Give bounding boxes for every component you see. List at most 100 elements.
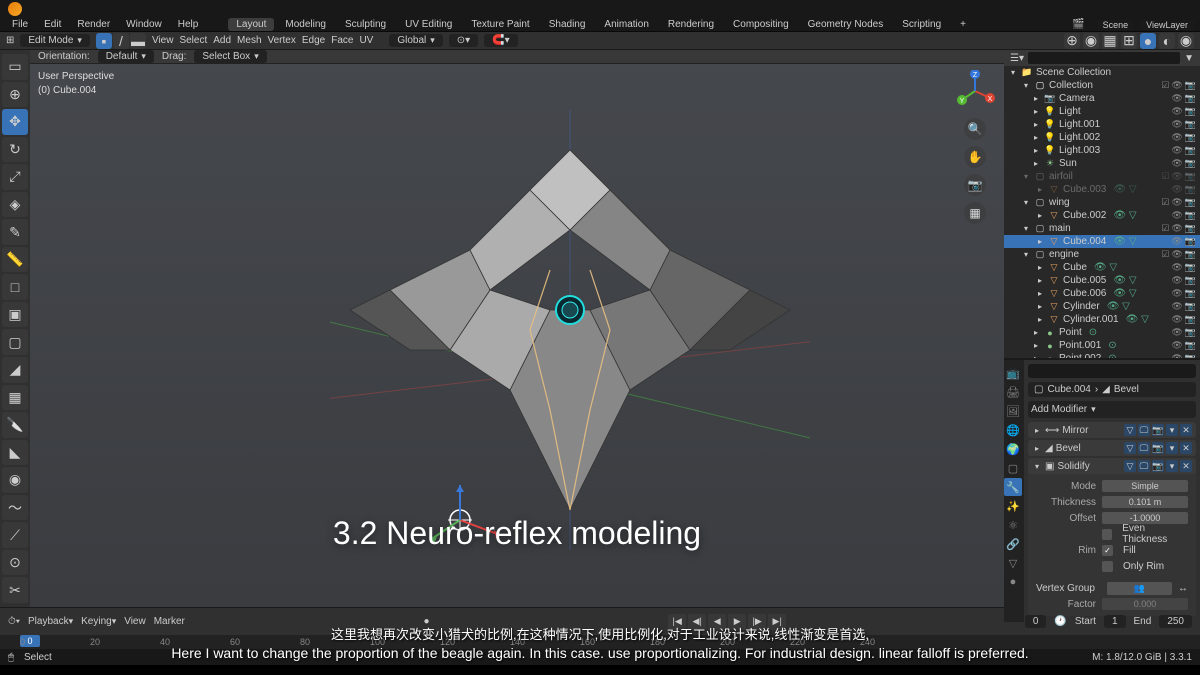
tab-texture[interactable]: Texture Paint [463,18,537,31]
outliner-light[interactable]: ▸●Point.001⊙👁📷 [1004,339,1200,352]
vgroup-invert-icon[interactable]: ↔ [1178,583,1188,594]
visibility-icon[interactable]: 👁 [1171,80,1182,91]
mode-dropdown[interactable]: Edit Mode [20,34,90,47]
tool-bevel[interactable]: ◢ [2,357,28,383]
tab-layout[interactable]: Layout [228,18,274,31]
zoom-icon[interactable]: 🔍 [964,118,986,140]
tab-modeling[interactable]: Modeling [277,18,334,31]
pivot-dropdown[interactable]: ⊙▾ [449,34,478,47]
perspective-toggle-icon[interactable]: ▦ [964,202,986,224]
prop-tab-particles[interactable]: ✨ [1004,497,1022,515]
menu-vertex[interactable]: Vertex [268,35,296,46]
tab-geonodes[interactable]: Geometry Nodes [800,18,892,31]
tab-sculpting[interactable]: Sculpting [337,18,394,31]
menu-window[interactable]: Window [120,19,168,30]
outliner-collection[interactable]: ▾▢main☑👁📷 [1004,222,1200,235]
outliner-item[interactable]: ▸📷Camera👁📷 [1004,92,1200,105]
solidify-thickness-input[interactable]: 0.101 m [1102,496,1188,508]
viewlayer-name-input[interactable]: ViewLayer [1140,20,1194,30]
vertex-group-input[interactable]: 👥 [1107,582,1172,595]
shading-rendered[interactable]: ◉ [1178,33,1194,49]
tool-edgeslide[interactable]: ⟋ [2,522,28,548]
orientation-dropdown[interactable]: Default [98,50,154,63]
prop-tab-physics[interactable]: ⚛ [1004,516,1022,534]
tool-cursor[interactable]: ⊕ [2,82,28,108]
outliner-item[interactable]: ▸☀Sun👁📷 [1004,157,1200,170]
onlyrim-checkbox[interactable] [1102,561,1113,572]
editor-type-icon[interactable]: ⊞ [6,35,14,46]
solidify-mode-dropdown[interactable]: Simple [1102,480,1188,492]
face-select-mode[interactable]: ▬ [130,33,146,49]
tool-annotate[interactable]: ✎ [2,219,28,245]
shading-solid[interactable]: ● [1140,33,1156,49]
viewport-3d[interactable]: Orientation: Default Drag: Select Box XY… [30,50,1004,607]
tab-shading[interactable]: Shading [541,18,594,31]
tool-transform[interactable]: ◈ [2,192,28,218]
transform-orientation-dropdown[interactable]: Global [389,34,442,47]
menu-edit[interactable]: Edit [38,19,67,30]
menu-edge[interactable]: Edge [302,35,325,46]
tool-rip[interactable]: ✂ [2,577,28,603]
tool-scale[interactable]: ⤢ [2,164,28,190]
vertex-select-mode[interactable]: ▪ [96,33,112,49]
menu-uv[interactable]: UV [359,35,373,46]
outliner-item[interactable]: ▸💡Light.003👁📷 [1004,144,1200,157]
outliner-object[interactable]: ▸▽Cube.002👁 ▽👁📷 [1004,209,1200,222]
tool-measure[interactable]: 📏 [2,247,28,273]
tool-extrude[interactable]: ▣ [2,302,28,328]
outliner-scene-collection[interactable]: ▾📁Scene Collection [1004,66,1200,79]
outliner-collection[interactable]: ▾▢airfoil☑👁📷 [1004,170,1200,183]
prop-tab-modifiers[interactable]: 🔧 [1004,478,1022,496]
prop-tab-viewlayer[interactable]: 🖼 [1004,402,1022,420]
outliner-type-icon[interactable]: ☰▾ [1010,53,1024,64]
mod-display-render[interactable]: 📷 [1152,424,1164,436]
prop-tab-object[interactable]: ▢ [1004,459,1022,477]
outliner-object[interactable]: ▸▽Cube.006👁 ▽👁📷 [1004,287,1200,300]
outliner-collection[interactable]: ▾▢Collection ☑👁📷 [1004,79,1200,92]
outliner-light[interactable]: ▸●Point⊙👁📷 [1004,326,1200,339]
drag-dropdown[interactable]: Select Box [194,50,266,63]
outliner-search-input[interactable] [1028,52,1180,64]
tab-compositing[interactable]: Compositing [725,18,797,31]
prop-tab-mesh[interactable]: ▽ [1004,554,1022,572]
menu-add[interactable]: Add [213,35,231,46]
pan-icon[interactable]: ✋ [964,146,986,168]
outliner-light[interactable]: ▸●Point.002⊙👁📷 [1004,352,1200,360]
xray-toggle[interactable]: ▦ [1102,33,1118,49]
gizmo-toggle[interactable]: ⊕ [1064,33,1080,49]
tool-spin[interactable]: ◉ [2,467,28,493]
tool-inset[interactable]: ▢ [2,329,28,355]
prop-tab-output[interactable]: 🖨 [1004,383,1022,401]
tool-move[interactable]: ✥ [2,109,28,135]
menu-view[interactable]: View [152,35,174,46]
tab-uv[interactable]: UV Editing [397,18,460,31]
outliner-object[interactable]: ▸▽Cube.005👁 ▽👁📷 [1004,274,1200,287]
outliner-item[interactable]: ▸💡Light.001👁📷 [1004,118,1200,131]
edge-select-mode[interactable]: / [113,33,129,49]
add-modifier-button[interactable]: Add Modifier [1028,401,1196,418]
tool-smooth[interactable]: ～ [2,495,28,521]
shading-wireframe[interactable]: ⊞ [1121,33,1137,49]
even-thickness-checkbox[interactable] [1102,529,1112,540]
camera-view-icon[interactable]: 📷 [964,174,986,196]
fill-checkbox[interactable] [1102,545,1113,556]
menu-file[interactable]: File [6,19,34,30]
outliner-item[interactable]: ▸💡Light.002👁📷 [1004,131,1200,144]
tool-rotate[interactable]: ↻ [2,137,28,163]
tool-addcube[interactable]: □ [2,274,28,300]
outliner-object[interactable]: ▸▽Cylinder👁 ▽👁📷 [1004,300,1200,313]
prop-tab-constraints[interactable]: 🔗 [1004,535,1022,553]
modifier-mirror-header[interactable]: ▸⟷ Mirror ▽🖵📷▾✕ [1028,422,1196,438]
tool-loopcut[interactable]: ▦ [2,385,28,411]
modifier-bevel-header[interactable]: ▸◢ Bevel ▽🖵📷▾✕ [1028,440,1196,456]
mod-display-realtime[interactable]: 🖵 [1138,424,1150,436]
filter-icon[interactable]: ▼ [1184,53,1194,64]
axis-gizmo[interactable]: X Y Z [954,70,996,112]
scene-name-input[interactable]: Scene [1097,20,1135,30]
outliner-object[interactable]: ▸▽Cube.004👁 ▽👁📷 [1004,235,1200,248]
mod-display-edit[interactable]: ▽ [1124,424,1136,436]
factor-input[interactable]: 0.000 [1102,598,1188,610]
outliner-object[interactable]: ▸▽Cube👁 ▽👁📷 [1004,261,1200,274]
menu-mesh[interactable]: Mesh [237,35,261,46]
menu-select[interactable]: Select [179,35,207,46]
